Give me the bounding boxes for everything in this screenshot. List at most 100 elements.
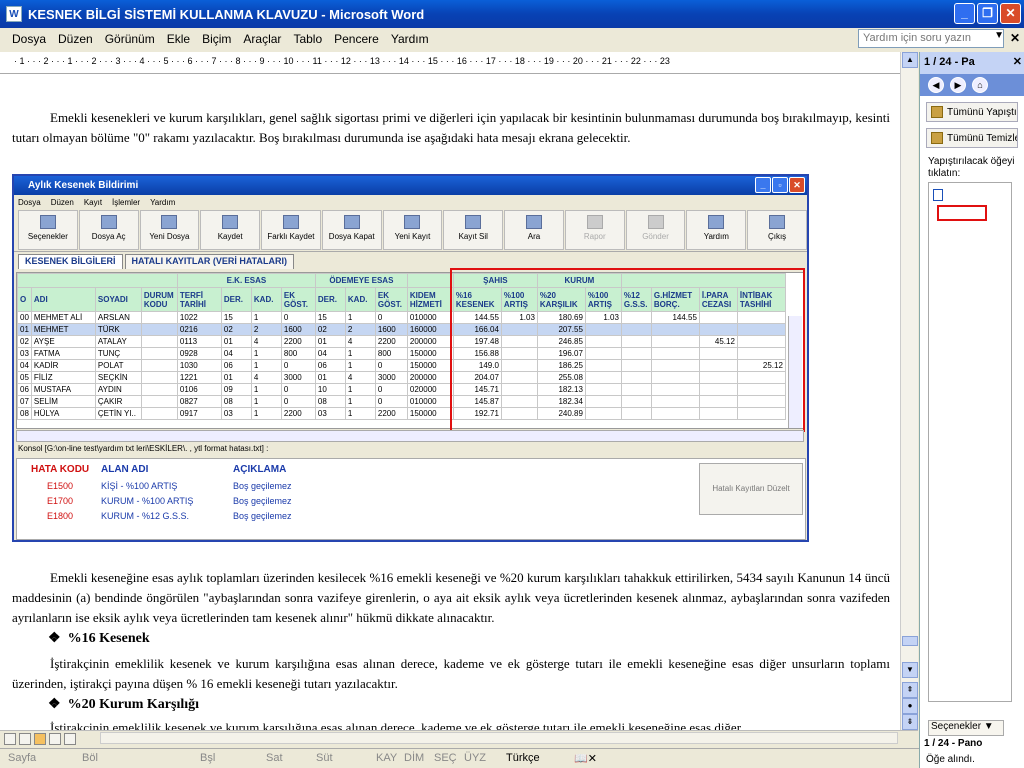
table-cell: 1022	[176, 311, 222, 324]
scroll-up-icon[interactable]: ▲	[902, 52, 918, 68]
table-cell: 1600	[280, 323, 316, 336]
outline-view-button[interactable]	[49, 732, 61, 745]
table-cell: 800	[374, 347, 408, 360]
help-dropdown-icon[interactable]: ▼	[994, 30, 1004, 41]
embedded-toolbar: Seçenekler Dosya Aç Yeni Dosya Kaydet Farklı…	[14, 210, 807, 252]
normal-view-button[interactable]	[4, 732, 16, 745]
table-cell: TÜRK	[94, 323, 142, 336]
table-cell: 3000	[374, 371, 408, 384]
menu-help[interactable]: Yardım	[385, 32, 435, 46]
table-cell: 010000	[406, 311, 454, 324]
status-rec[interactable]: KAY	[376, 752, 397, 764]
reading-view-button[interactable]	[64, 732, 76, 745]
home-icon[interactable]: ⌂	[972, 77, 988, 93]
embedded-menu: Dosya Düzen Kayıt İşlemler Yardım	[14, 195, 807, 210]
spelling-icon[interactable]: 📖✕	[574, 752, 597, 765]
document-area[interactable]: Emekli kesenekleri ve kurum karşılıkları…	[0, 74, 900, 730]
clear-all-button[interactable]: Tümünü Temizle	[926, 128, 1018, 148]
embedded-tool-icon	[404, 215, 421, 229]
table-cell: 150000	[406, 347, 454, 360]
forward-icon[interactable]: ▶	[950, 77, 966, 93]
table-cell: 1	[344, 359, 376, 372]
window-title: KESNEK BİLGİ SİSTEMİ KULLANMA KLAVUZU - …	[28, 6, 425, 22]
status-trk[interactable]: DİM	[404, 752, 424, 764]
menu-table[interactable]: Tablo	[287, 32, 328, 46]
table-cell	[140, 335, 178, 348]
table-cell: 0	[280, 383, 316, 396]
embedded-menu-item: Dosya	[18, 198, 41, 207]
status-ext[interactable]: SEÇ	[434, 752, 457, 764]
next-page-icon[interactable]: ⇟	[902, 714, 918, 730]
scroll-down-icon[interactable]: ▼	[902, 662, 918, 678]
menu-insert[interactable]: Ekle	[161, 32, 196, 46]
select-browse-icon[interactable]: ●	[902, 698, 918, 714]
task-pane-hint: Yapıştırılacak öğeyi tıklatın:	[928, 156, 1015, 179]
ruler[interactable]: · 1 · · · 2 · · · 1 · · · 2 · · · 3 · · …	[0, 52, 918, 74]
paste-all-button[interactable]: Tümünü Yapıştır	[926, 102, 1018, 122]
options-label: Seçenekler	[931, 721, 982, 732]
close-button[interactable]: ✕	[1000, 3, 1021, 24]
paragraph-3: İştirakçinin emeklilik kesenek ve kurum …	[12, 656, 890, 691]
table-cell: 08	[17, 407, 32, 420]
table-cell: 0	[374, 395, 408, 408]
print-view-button[interactable]	[34, 732, 46, 745]
embedded-tool-label: Rapor	[583, 232, 606, 241]
vertical-scrollbar[interactable]: ▲ ▼ ⇞ ● ⇟	[900, 52, 918, 730]
group-header	[17, 273, 178, 288]
table-cell: 01	[314, 335, 346, 348]
menu-tools[interactable]: Araçlar	[237, 32, 287, 46]
table-cell: 1	[344, 395, 376, 408]
status-section: Böl	[82, 752, 98, 764]
highlight-box	[450, 268, 805, 432]
column-header: EK GÖST.	[374, 287, 408, 312]
prev-page-icon[interactable]: ⇞	[902, 682, 918, 698]
embedded-tool-label: Farklı Kaydet	[267, 232, 315, 241]
table-cell: 03	[314, 407, 346, 420]
scroll-thumb[interactable]	[902, 636, 918, 646]
table-cell: 200000	[406, 371, 454, 384]
clipboard-list[interactable]	[928, 182, 1012, 702]
error-desc: Boş geçilemez	[233, 511, 292, 521]
table-cell: 4	[250, 371, 282, 384]
table-cell: 1	[250, 383, 282, 396]
column-header: O	[17, 287, 32, 312]
status-ovr[interactable]: ÜYZ	[464, 752, 486, 764]
table-cell: 160000	[406, 323, 454, 336]
task-pane-nav: ◀ ▶ ⌂	[920, 74, 1024, 96]
column-header: SOYADI	[94, 287, 142, 312]
minimize-button[interactable]: _	[954, 3, 975, 24]
embedded-menu-item: Kayıt	[83, 198, 103, 207]
menu-view[interactable]: Görünüm	[99, 32, 161, 46]
table-cell: 01	[314, 371, 346, 384]
embedded-tool-icon	[769, 215, 786, 229]
task-pane-header[interactable]: 1 / 24 - Pa ✕	[920, 52, 1024, 74]
help-search-input[interactable]: Yardım için soru yazın	[858, 29, 1004, 48]
options-dropdown[interactable]: Seçenekler ▼	[928, 720, 1004, 736]
fix-errors-button: Hatalı Kayıtları Düzelt	[699, 463, 803, 515]
embedded-tool-label: Kaydet	[217, 232, 243, 241]
menu-file[interactable]: Dosya	[6, 32, 52, 46]
grid-horizontal-scrollbar	[16, 430, 804, 442]
web-view-button[interactable]	[19, 732, 31, 745]
back-icon[interactable]: ◀	[928, 77, 944, 93]
task-pane-close-icon[interactable]: ✕	[1013, 55, 1022, 68]
word-app-icon[interactable]: W	[6, 6, 22, 22]
tab-hatali-kayitlar: HATALI KAYITLAR (VERİ HATALARI)	[124, 254, 295, 269]
menu-window[interactable]: Pencere	[328, 32, 385, 46]
table-cell: 06	[220, 359, 252, 372]
task-pane-title: 1 / 24 - Pa	[924, 56, 975, 68]
horizontal-scrollbar[interactable]	[100, 732, 898, 744]
clear-icon	[931, 132, 943, 144]
embedded-menu-item: Düzen	[50, 198, 74, 207]
close-document-icon[interactable]: ✕	[1010, 31, 1020, 45]
group-header: ÖDEMEYE ESAS	[314, 273, 408, 288]
menu-format[interactable]: Biçim	[196, 32, 237, 46]
table-cell: 0	[280, 311, 316, 324]
clipboard-item-icon[interactable]	[933, 189, 943, 201]
embedded-tool-icon	[39, 215, 56, 229]
table-cell: 2	[344, 323, 376, 336]
maximize-button[interactable]: ❐	[977, 3, 998, 24]
table-cell: 1221	[176, 371, 222, 384]
table-cell: FİLİZ	[30, 371, 96, 384]
menu-edit[interactable]: Düzen	[52, 32, 99, 46]
